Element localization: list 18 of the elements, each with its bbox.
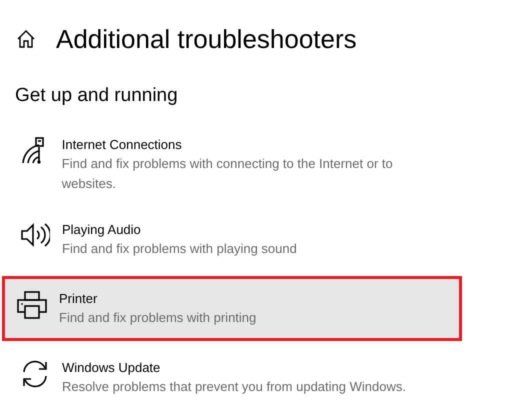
- item-title: Printer: [59, 290, 98, 308]
- item-title: Internet Connections: [62, 136, 183, 154]
- item-description: Find and fix problems with playing sound: [62, 240, 297, 258]
- item-description: Find and fix problems with printing: [59, 309, 256, 327]
- home-icon[interactable]: [16, 29, 36, 49]
- item-title: Playing Audio: [62, 221, 142, 239]
- item-title: Windows Update: [62, 359, 162, 377]
- page-title: Additional troubleshooters: [56, 23, 357, 56]
- item-description: Find and fix problems with connecting to the Internet or to websites.: [62, 155, 394, 193]
- troubleshooter-item[interactable]: Internet Connections Find and fix problems with connecting to the Internet or to websites.: [2, 126, 462, 203]
- item-description: Resolve problems that prevent you from updating Windows.: [62, 378, 406, 396]
- printer-icon: [17, 291, 47, 319]
- troubleshooter-item[interactable]: Windows Update Resolve problems that prevent you from updating Windows.: [2, 349, 462, 406]
- refresh-icon: [20, 360, 50, 388]
- troubleshooter-item[interactable]: Printer Find and fix problems with printing: [2, 276, 462, 341]
- section-heading: Get up and running: [15, 84, 179, 108]
- troubleshooter-item[interactable]: Playing Audio Find and fix problems with playing sound: [2, 211, 462, 268]
- speaker-icon: [20, 222, 50, 248]
